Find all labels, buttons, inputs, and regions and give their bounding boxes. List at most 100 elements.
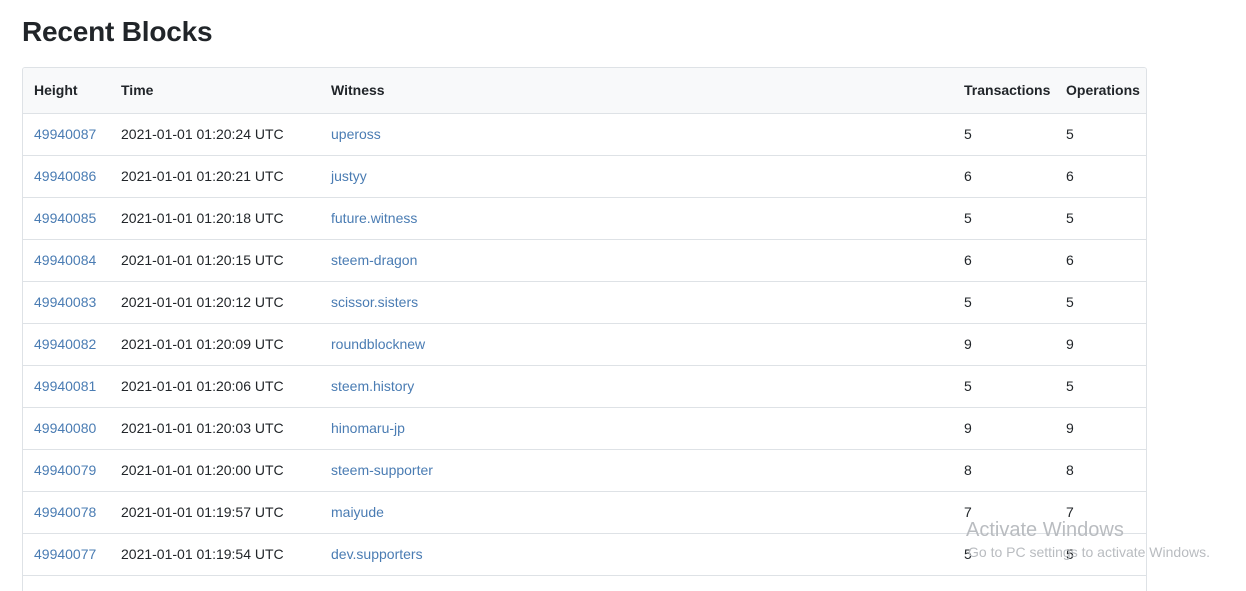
- witness-link[interactable]: steem.history: [331, 378, 414, 394]
- recent-blocks-table-container: Height Time Witness Transactions Operati…: [22, 67, 1147, 591]
- cell-operations: 5: [1055, 113, 1146, 156]
- cell-height: 49940086: [23, 155, 110, 198]
- cell-time: 2021-01-01 01:20:15 UTC: [110, 239, 320, 282]
- cell-operations: 6: [1055, 155, 1146, 198]
- witness-link[interactable]: roundblocknew: [331, 336, 425, 352]
- block-height-link[interactable]: 49940077: [34, 546, 96, 562]
- cell-height: 49940078: [23, 491, 110, 534]
- block-height-link[interactable]: 49940082: [34, 336, 96, 352]
- cell-time: 2021-01-01 01:20:24 UTC: [110, 113, 320, 156]
- cell-empty: [1055, 575, 1146, 591]
- cell-height: 49940084: [23, 239, 110, 282]
- cell-empty: [320, 575, 953, 591]
- cell-operations: 6: [1055, 239, 1146, 282]
- block-height-link[interactable]: 49940079: [34, 462, 96, 478]
- witness-link[interactable]: scissor.sisters: [331, 294, 418, 310]
- cell-time: 2021-01-01 01:20:18 UTC: [110, 197, 320, 240]
- block-height-link[interactable]: 49940083: [34, 294, 96, 310]
- cell-transactions: 6: [953, 239, 1055, 282]
- cell-transactions: 5: [953, 281, 1055, 324]
- block-height-link[interactable]: 49940084: [34, 252, 96, 268]
- block-height-link[interactable]: 49940086: [34, 168, 96, 184]
- cell-witness: steem-supporter: [320, 449, 953, 492]
- cell-time: 2021-01-01 01:20:09 UTC: [110, 323, 320, 366]
- block-height-link[interactable]: 49940078: [34, 504, 96, 520]
- table-row: 49940078 2021-01-01 01:19:57 UTC maiyude 7 7: [23, 491, 1146, 534]
- cell-transactions: 6: [953, 155, 1055, 198]
- witness-link[interactable]: hinomaru-jp: [331, 420, 405, 436]
- column-header-time: Time: [110, 68, 320, 114]
- page-title: Recent Blocks: [22, 16, 213, 47]
- witness-link[interactable]: steem-dragon: [331, 252, 417, 268]
- table-header: Height Time Witness Transactions Operati…: [23, 68, 1146, 114]
- cell-time: 2021-01-01 01:20:03 UTC: [110, 407, 320, 450]
- cell-operations: 5: [1055, 197, 1146, 240]
- cell-transactions: 5: [953, 197, 1055, 240]
- cell-witness: scissor.sisters: [320, 281, 953, 324]
- table-row: 49940079 2021-01-01 01:20:00 UTC steem-sup…: [23, 449, 1146, 492]
- table-row: 49940081 2021-01-01 01:20:06 UTC steem.his…: [23, 365, 1146, 408]
- cell-height: 49940082: [23, 323, 110, 366]
- cell-empty: [23, 575, 110, 591]
- cell-witness: maiyude: [320, 491, 953, 534]
- cell-witness: roundblocknew: [320, 323, 953, 366]
- cell-transactions: 5: [953, 113, 1055, 156]
- cell-witness: dev.supporters: [320, 533, 953, 576]
- table-row: 49940083 2021-01-01 01:20:12 UTC scissor.s…: [23, 281, 1146, 324]
- cell-operations: 5: [1055, 281, 1146, 324]
- cell-time: 2021-01-01 01:20:06 UTC: [110, 365, 320, 408]
- cell-witness: steem.history: [320, 365, 953, 408]
- recent-blocks-table: Height Time Witness Transactions Operati…: [23, 68, 1146, 591]
- cell-transactions: 9: [953, 323, 1055, 366]
- block-height-link[interactable]: 49940080: [34, 420, 96, 436]
- cell-time: 2021-01-01 01:20:00 UTC: [110, 449, 320, 492]
- cell-height: 49940077: [23, 533, 110, 576]
- table-body: 49940087 2021-01-01 01:20:24 UTC upeross 5 5…: [23, 113, 1146, 591]
- cell-height: 49940087: [23, 113, 110, 156]
- cell-height: 49940079: [23, 449, 110, 492]
- column-header-operations: Operations: [1055, 68, 1146, 114]
- cell-operations: 9: [1055, 407, 1146, 450]
- cell-witness: future.witness: [320, 197, 953, 240]
- cell-height: 49940080: [23, 407, 110, 450]
- table-row-partial: [23, 575, 1146, 591]
- cell-height: 49940085: [23, 197, 110, 240]
- cell-transactions: 9: [953, 407, 1055, 450]
- cell-operations: 7: [1055, 491, 1146, 534]
- table-row: 49940082 2021-01-01 01:20:09 UTC roundbloc…: [23, 323, 1146, 366]
- cell-transactions: 8: [953, 449, 1055, 492]
- column-header-height: Height: [23, 68, 110, 114]
- cell-empty: [953, 575, 1055, 591]
- witness-link[interactable]: steem-supporter: [331, 462, 433, 478]
- cell-empty: [110, 575, 320, 591]
- witness-link[interactable]: justyy: [331, 168, 367, 184]
- table-header-row: Height Time Witness Transactions Operati…: [23, 68, 1146, 114]
- cell-witness: steem-dragon: [320, 239, 953, 282]
- column-header-witness: Witness: [320, 68, 953, 114]
- block-height-link[interactable]: 49940087: [34, 126, 96, 142]
- block-height-link[interactable]: 49940081: [34, 378, 96, 394]
- cell-transactions: 7: [953, 491, 1055, 534]
- cell-witness: justyy: [320, 155, 953, 198]
- table-row: 49940080 2021-01-01 01:20:03 UTC hinomaru-…: [23, 407, 1146, 450]
- cell-time: 2021-01-01 01:20:12 UTC: [110, 281, 320, 324]
- witness-link[interactable]: maiyude: [331, 504, 384, 520]
- witness-link[interactable]: future.witness: [331, 210, 417, 226]
- table-row: 49940085 2021-01-01 01:20:18 UTC future.wi…: [23, 197, 1146, 240]
- cell-operations: 5: [1055, 365, 1146, 408]
- table-row: 49940077 2021-01-01 01:19:54 UTC dev.suppo…: [23, 533, 1146, 576]
- table-row: 49940086 2021-01-01 01:20:21 UTC justyy 6 6: [23, 155, 1146, 198]
- block-height-link[interactable]: 49940085: [34, 210, 96, 226]
- cell-witness: hinomaru-jp: [320, 407, 953, 450]
- cell-time: 2021-01-01 01:20:21 UTC: [110, 155, 320, 198]
- cell-witness: upeross: [320, 113, 953, 156]
- witness-link[interactable]: dev.supporters: [331, 546, 423, 562]
- cell-time: 2021-01-01 01:19:57 UTC: [110, 491, 320, 534]
- cell-time: 2021-01-01 01:19:54 UTC: [110, 533, 320, 576]
- witness-link[interactable]: upeross: [331, 126, 381, 142]
- cell-height: 49940081: [23, 365, 110, 408]
- cell-operations: 8: [1055, 449, 1146, 492]
- cell-operations: 5: [1055, 533, 1146, 576]
- table-row: 49940087 2021-01-01 01:20:24 UTC upeross 5 5: [23, 113, 1146, 156]
- cell-transactions: 5: [953, 533, 1055, 576]
